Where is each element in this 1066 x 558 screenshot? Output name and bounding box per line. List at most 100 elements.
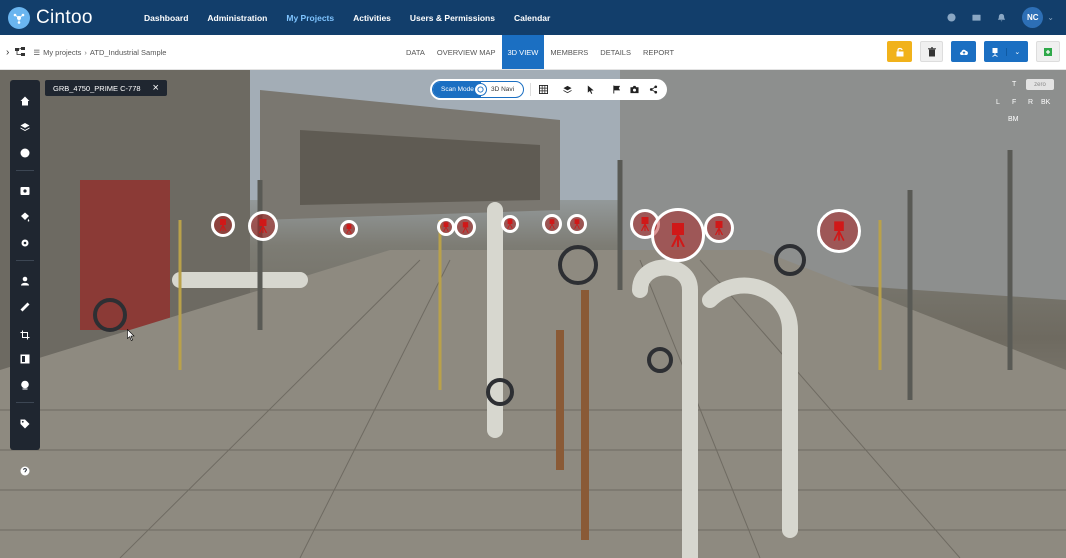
- breadcrumb-root[interactable]: My projects: [43, 48, 81, 57]
- scanner-icon: [640, 217, 650, 231]
- lock-button[interactable]: [887, 41, 912, 62]
- scanner-button[interactable]: [984, 47, 1006, 57]
- tab-3d-view[interactable]: 3D VIEW: [501, 35, 545, 69]
- nav-my-projects[interactable]: My Projects: [286, 13, 334, 23]
- nav-administration[interactable]: Administration: [207, 13, 267, 23]
- share-icon[interactable]: [648, 84, 659, 95]
- toolbar-divider: [530, 83, 531, 96]
- breadcrumb-separator: ›: [84, 47, 87, 57]
- pointer-icon[interactable]: [585, 84, 596, 95]
- viewer-left-toolbar: [10, 80, 40, 476]
- nav-activities[interactable]: Activities: [353, 13, 391, 23]
- scan-marker[interactable]: [211, 213, 235, 237]
- toolbar-divider: [16, 402, 34, 403]
- lock-icon: [896, 47, 903, 56]
- scan-marker[interactable]: [437, 218, 455, 236]
- scan-marker[interactable]: [817, 209, 861, 253]
- view-back-button[interactable]: BK: [1041, 99, 1050, 106]
- mail-icon[interactable]: [971, 13, 981, 23]
- add-button[interactable]: [1036, 41, 1060, 62]
- home-icon[interactable]: [19, 95, 31, 107]
- tab-data[interactable]: DATA: [400, 35, 431, 69]
- eye-box-icon[interactable]: [19, 185, 31, 197]
- scan-marker[interactable]: [248, 211, 278, 241]
- scan-marker[interactable]: [340, 220, 358, 238]
- scan-marker-selected[interactable]: [651, 208, 705, 262]
- view-top-button[interactable]: T: [1012, 81, 1016, 88]
- view-bottom-button[interactable]: BM: [1008, 116, 1019, 123]
- viewer-mode-toolbar: Scan Mode 3D Navi: [430, 79, 667, 100]
- breadcrumb-project: ATD_Industrial Sample: [89, 47, 167, 57]
- app-name: Cintoo: [36, 6, 93, 28]
- view-cube: T zero L F R BK BM: [994, 78, 1066, 133]
- bell-icon[interactable]: [996, 13, 1006, 23]
- crop-icon[interactable]: [19, 329, 31, 341]
- grid-icon[interactable]: [538, 84, 549, 95]
- scan-name: GRB_4750_PRIME C-778: [53, 83, 141, 93]
- scan-marker[interactable]: [542, 214, 562, 234]
- cintoo-logo-icon: [8, 6, 30, 29]
- toggle-knob-icon: [474, 83, 487, 96]
- layers-icon[interactable]: [562, 84, 573, 95]
- person-pin-icon[interactable]: [19, 275, 31, 287]
- project-tree-icon[interactable]: [15, 47, 26, 57]
- scan-marker[interactable]: [501, 215, 519, 233]
- project-subbar: › ☰ My projects › ATD_Industrial Sample …: [0, 35, 1066, 70]
- flag-icon[interactable]: [611, 84, 622, 95]
- main-nav: Dashboard Administration My Projects Act…: [144, 13, 569, 23]
- scan-upload-split-button[interactable]: ⌄: [984, 41, 1028, 62]
- trash-icon: [927, 46, 936, 56]
- scanner-icon: [346, 224, 352, 234]
- settings-icon[interactable]: [19, 237, 31, 249]
- view-left-button[interactable]: L: [996, 99, 1000, 106]
- scanner-icon: [833, 221, 845, 241]
- scanner-icon: [714, 221, 724, 235]
- user-avatar[interactable]: NC: [1022, 7, 1044, 28]
- scanner-icon: [443, 222, 449, 232]
- scanner-icon: [549, 219, 555, 229]
- tab-report[interactable]: REPORT: [637, 35, 680, 69]
- zero-button[interactable]: zero: [1026, 79, 1054, 90]
- scanner-icon: [574, 219, 580, 229]
- tab-overview-map[interactable]: OVERVIEW MAP: [431, 35, 502, 69]
- expand-sidebar-icon[interactable]: ›: [6, 47, 9, 58]
- scan-mode-toggle[interactable]: Scan Mode 3D Navi: [432, 81, 524, 98]
- ruler-icon[interactable]: [19, 301, 31, 313]
- 3d-navi-label: 3D Navi: [491, 86, 515, 93]
- view-right-button[interactable]: R: [1028, 99, 1033, 106]
- globe-icon[interactable]: [19, 379, 31, 391]
- nav-calendar[interactable]: Calendar: [514, 13, 550, 23]
- sphere-icon[interactable]: [19, 147, 31, 159]
- top-right-actions: NC ⌄: [931, 0, 1054, 35]
- scan-marker[interactable]: [454, 216, 476, 238]
- chevron-down-icon[interactable]: ⌄: [1005, 47, 1029, 56]
- mouse-cursor-icon: [127, 329, 135, 341]
- app-logo[interactable]: Cintoo: [8, 6, 136, 29]
- 3d-viewer[interactable]: GRB_4750_PRIME C-778 × Scan Mode 3D Navi…: [0, 70, 1066, 558]
- point-cloud-scene[interactable]: [0, 70, 1066, 558]
- close-icon[interactable]: ×: [153, 82, 159, 94]
- add-file-icon: [1044, 47, 1052, 56]
- nav-dashboard[interactable]: Dashboard: [144, 13, 188, 23]
- tab-details[interactable]: DETAILS: [594, 35, 637, 69]
- scan-marker[interactable]: [704, 213, 734, 243]
- scanner-icon: [258, 219, 268, 233]
- info-icon[interactable]: [946, 13, 956, 23]
- chevron-down-icon[interactable]: ⌄: [1047, 13, 1054, 22]
- camera-icon[interactable]: [629, 84, 640, 95]
- scan-marker[interactable]: [567, 214, 587, 234]
- panel-icon[interactable]: [19, 353, 31, 365]
- layers-icon[interactable]: [19, 121, 31, 133]
- nav-users-permissions[interactable]: Users & Permissions: [410, 13, 495, 23]
- delete-button[interactable]: [920, 41, 943, 62]
- scanner-icon: [219, 219, 227, 231]
- tag-icon[interactable]: [19, 418, 31, 430]
- scanner-icon: [461, 221, 469, 233]
- paint-bucket-icon[interactable]: [19, 211, 31, 223]
- view-front-button[interactable]: F: [1012, 99, 1016, 106]
- help-icon[interactable]: [19, 465, 31, 477]
- tab-members[interactable]: MEMBERS: [544, 35, 594, 69]
- list-icon: ☰: [33, 47, 41, 57]
- cloud-upload-button[interactable]: [951, 41, 976, 62]
- scanner-icon: [507, 219, 513, 229]
